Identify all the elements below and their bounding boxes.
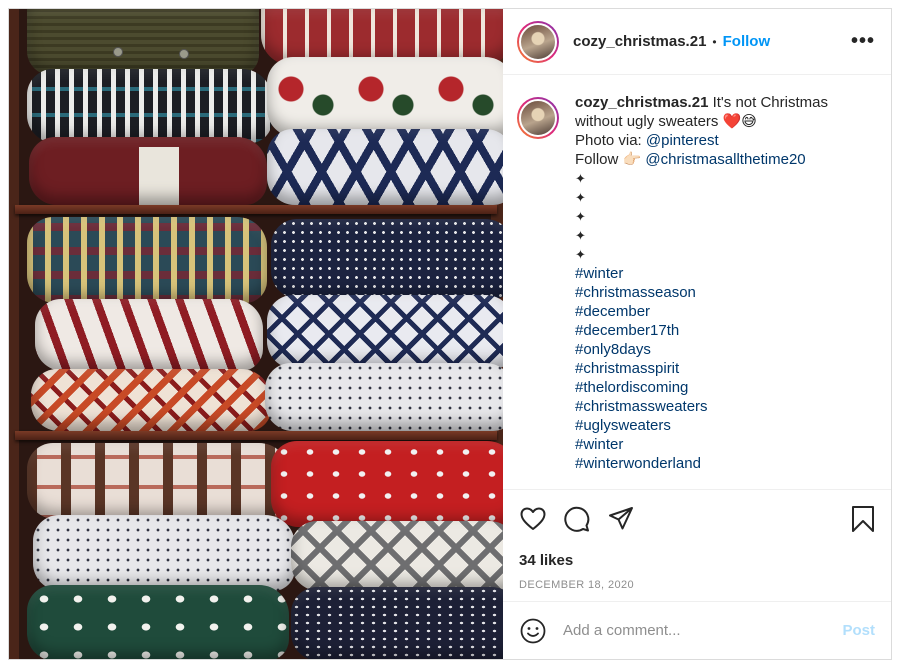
avatar[interactable]: [517, 20, 559, 63]
caption-text: It's not Christmas: [708, 94, 828, 111]
sweater: [27, 585, 289, 659]
action-icons: [519, 504, 877, 534]
caption-emoji: ❤️😅: [722, 113, 757, 130]
hashtag-link[interactable]: #december17th: [575, 321, 875, 340]
mention-link[interactable]: @pinterest: [646, 132, 719, 149]
hashtag-link[interactable]: #christmasspirit: [575, 359, 875, 378]
header-separator: •: [712, 34, 717, 49]
share-icon[interactable]: [607, 505, 635, 533]
sweater: [271, 441, 503, 527]
post-comment-button[interactable]: Post: [842, 622, 875, 639]
follow-label: Follow: [575, 151, 623, 168]
post-photo[interactable]: [9, 9, 503, 659]
sweater: [27, 9, 259, 75]
avatar-image: [519, 22, 557, 61]
sparkle-icon: ✦: [575, 209, 586, 224]
sparkle-icon: ✦: [575, 171, 586, 186]
more-horizontal-icon[interactable]: •••: [851, 30, 875, 53]
sweater: [29, 137, 267, 205]
caption-area: cozy_christmas.21 It's not Christmas wit…: [503, 75, 891, 489]
comment-input[interactable]: [563, 622, 843, 639]
likes-count[interactable]: 34 likes: [519, 552, 877, 569]
sweater: [291, 521, 503, 591]
sweater: [265, 363, 503, 431]
sparkle-icon: ✦: [575, 247, 586, 262]
caption-first-line: cozy_christmas.21 It's not Christmas: [575, 93, 875, 112]
sweater: [27, 217, 267, 303]
comment-box: Post: [503, 601, 891, 659]
sweater: [27, 69, 272, 143]
sweater: [267, 129, 503, 205]
comment-icon[interactable]: [563, 505, 591, 533]
sweater: [31, 369, 271, 431]
post-date[interactable]: DECEMBER 18, 2020: [519, 579, 877, 591]
mention-link[interactable]: @christmasallthetime20: [641, 151, 805, 168]
username-link[interactable]: cozy_christmas.21: [573, 33, 706, 50]
shelf-plank: [15, 205, 497, 214]
hashtag-link[interactable]: #christmassweaters: [575, 397, 875, 416]
pointing-hand-emoji: 👉🏻: [622, 151, 642, 168]
sweater: [33, 515, 295, 591]
heart-icon[interactable]: [519, 505, 547, 533]
hashtag-link[interactable]: #winter: [575, 435, 875, 454]
hashtag-link[interactable]: #uglysweaters: [575, 416, 875, 435]
sweater: [267, 295, 503, 369]
bookmark-icon[interactable]: [849, 505, 877, 533]
caption: cozy_christmas.21 It's not Christmas wit…: [575, 93, 875, 489]
sparkle-icon: ✦: [575, 228, 586, 243]
sweater: [27, 443, 289, 519]
hashtag-link[interactable]: #thelordiscoming: [575, 378, 875, 397]
caption-text: without ugly sweaters: [575, 113, 723, 130]
hashtag-link[interactable]: #christmasseason: [575, 283, 875, 302]
instagram-post: cozy_christmas.21 • Follow ••• cozy_chri…: [8, 8, 892, 660]
caption-username[interactable]: cozy_christmas.21: [575, 94, 708, 111]
caption-second-line: without ugly sweaters ❤️😅: [575, 112, 875, 131]
hashtag-link[interactable]: #december: [575, 302, 875, 321]
hashtag-link[interactable]: #winter: [575, 264, 875, 283]
post-header: cozy_christmas.21 • Follow •••: [503, 9, 891, 75]
post-sidebar: cozy_christmas.21 • Follow ••• cozy_chri…: [503, 9, 891, 659]
follow-button[interactable]: Follow: [723, 33, 771, 50]
shelf-plank: [15, 431, 497, 440]
sweater: [291, 587, 503, 659]
sparkle-icon: ✦: [575, 190, 586, 205]
photo-via-label: Photo via:: [575, 132, 646, 149]
smiley-icon[interactable]: [519, 617, 547, 645]
sweater: [267, 57, 503, 137]
follow-mention-line: Follow 👉🏻 @christmasallthetime20: [575, 150, 875, 169]
photo-via-line: Photo via: @pinterest: [575, 131, 875, 150]
caption-avatar[interactable]: [517, 97, 559, 139]
avatar-image: [519, 99, 557, 137]
sweater-button: [179, 49, 189, 59]
hashtag-link[interactable]: #only8days: [575, 340, 875, 359]
sweater: [271, 219, 503, 299]
sweater: [35, 299, 263, 371]
sweater-button: [113, 47, 123, 57]
hashtag-link[interactable]: #winterwonderland: [575, 454, 875, 473]
